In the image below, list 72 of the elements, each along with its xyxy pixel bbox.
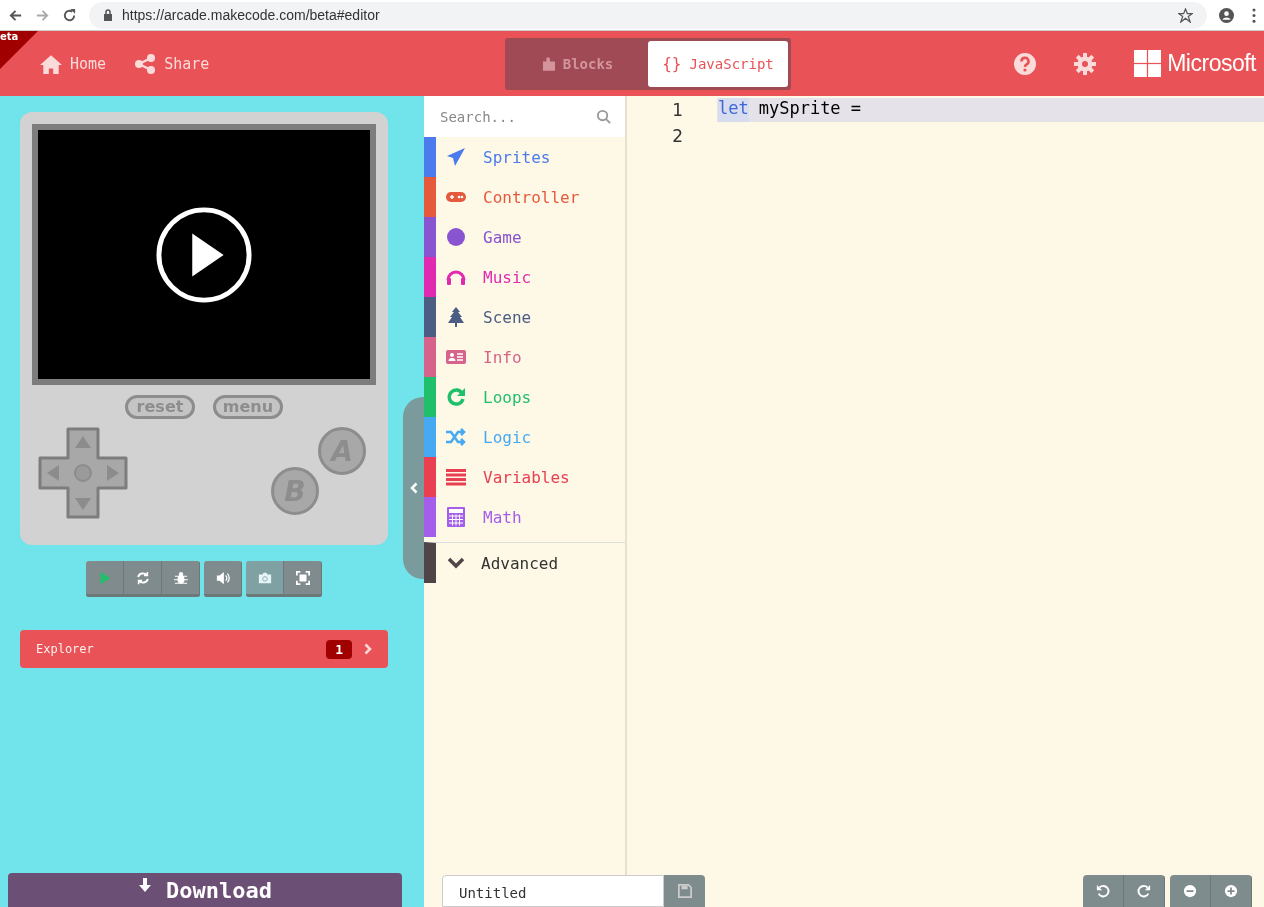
back-icon[interactable] bbox=[8, 7, 23, 23]
share-button[interactable]: Share bbox=[126, 45, 218, 82]
account-icon[interactable] bbox=[1219, 7, 1234, 23]
star-icon[interactable] bbox=[1178, 7, 1193, 23]
fullscreen-button[interactable] bbox=[284, 561, 322, 597]
restart-button[interactable] bbox=[124, 561, 162, 597]
explorer-label: Explorer bbox=[36, 642, 94, 656]
brand-name: Microsoft bbox=[1167, 50, 1256, 77]
share-icon bbox=[134, 53, 157, 74]
loops-icon bbox=[445, 387, 467, 407]
forward-icon[interactable] bbox=[35, 7, 50, 23]
chevron-icon bbox=[364, 643, 372, 655]
lock-icon bbox=[103, 9, 113, 21]
puzzle-icon bbox=[542, 56, 555, 71]
chevron-icon bbox=[409, 482, 418, 494]
search-field[interactable]: Search... bbox=[424, 96, 625, 137]
math-icon bbox=[445, 507, 467, 527]
code-text: mySprite = bbox=[758, 98, 862, 120]
download-icon bbox=[138, 878, 152, 894]
zoom-out-icon bbox=[1183, 884, 1197, 898]
zoom-out-button[interactable] bbox=[1170, 875, 1211, 907]
logic-icon bbox=[445, 427, 467, 447]
game-icon bbox=[445, 227, 467, 247]
play-icon[interactable] bbox=[155, 205, 253, 304]
category-label: Music bbox=[483, 267, 532, 287]
fullscreen-icon bbox=[295, 570, 310, 585]
info-icon bbox=[445, 347, 467, 367]
advanced-label: Advanced bbox=[481, 553, 559, 573]
line-number: 1 bbox=[671, 100, 684, 120]
screenshot-button[interactable] bbox=[246, 561, 284, 597]
screenshot-icon bbox=[257, 570, 272, 585]
logo-icon bbox=[1134, 50, 1162, 77]
menu-icon[interactable] bbox=[1252, 7, 1256, 23]
redo-button[interactable] bbox=[1124, 875, 1165, 907]
explorer-bar[interactable]: Explorer 1 bbox=[20, 630, 388, 668]
debug-icon bbox=[173, 570, 188, 585]
scene-icon bbox=[445, 307, 467, 327]
variables-icon bbox=[445, 467, 467, 487]
category-label: Game bbox=[483, 227, 522, 247]
category-label: Sprites bbox=[483, 147, 551, 167]
restart-icon bbox=[135, 570, 150, 585]
sprites-icon bbox=[445, 147, 467, 167]
sound-button[interactable] bbox=[204, 561, 242, 597]
category-label: Variables bbox=[483, 467, 570, 487]
project-name-field[interactable]: Untitled bbox=[442, 875, 664, 907]
code-keyword: let bbox=[718, 98, 749, 122]
url-text: https://arcade.makecode.com/beta#editor bbox=[122, 7, 381, 23]
sound-icon bbox=[215, 570, 230, 585]
home-icon bbox=[40, 53, 62, 74]
category-label: Logic bbox=[483, 427, 532, 447]
undo-icon bbox=[1096, 884, 1110, 898]
category-label: Info bbox=[483, 347, 522, 367]
address-bar[interactable]: https://arcade.makecode.com/beta#editor bbox=[89, 1, 1207, 29]
dpad-icon[interactable] bbox=[38, 427, 128, 519]
collapse-handle[interactable] bbox=[403, 397, 424, 579]
debug-button[interactable] bbox=[162, 561, 200, 597]
category-label: Math bbox=[483, 507, 522, 527]
editor-tab[interactable]: {} JavaScript bbox=[648, 40, 788, 87]
help-icon[interactable] bbox=[1014, 52, 1037, 75]
zoom-in-icon bbox=[1224, 884, 1238, 898]
zoom-in-button[interactable] bbox=[1211, 875, 1252, 907]
reload-icon[interactable] bbox=[62, 7, 77, 23]
redo-icon bbox=[1137, 884, 1151, 898]
line-number: 2 bbox=[671, 126, 684, 146]
download-button[interactable]: Download bbox=[8, 873, 402, 907]
undo-button[interactable] bbox=[1083, 875, 1124, 907]
save-icon bbox=[677, 884, 692, 898]
file-count: 1 bbox=[326, 639, 352, 659]
search-icon bbox=[596, 109, 611, 124]
category-label: Scene bbox=[483, 307, 532, 327]
category-label: Loops bbox=[483, 387, 532, 407]
category-label: Controller bbox=[483, 187, 580, 207]
